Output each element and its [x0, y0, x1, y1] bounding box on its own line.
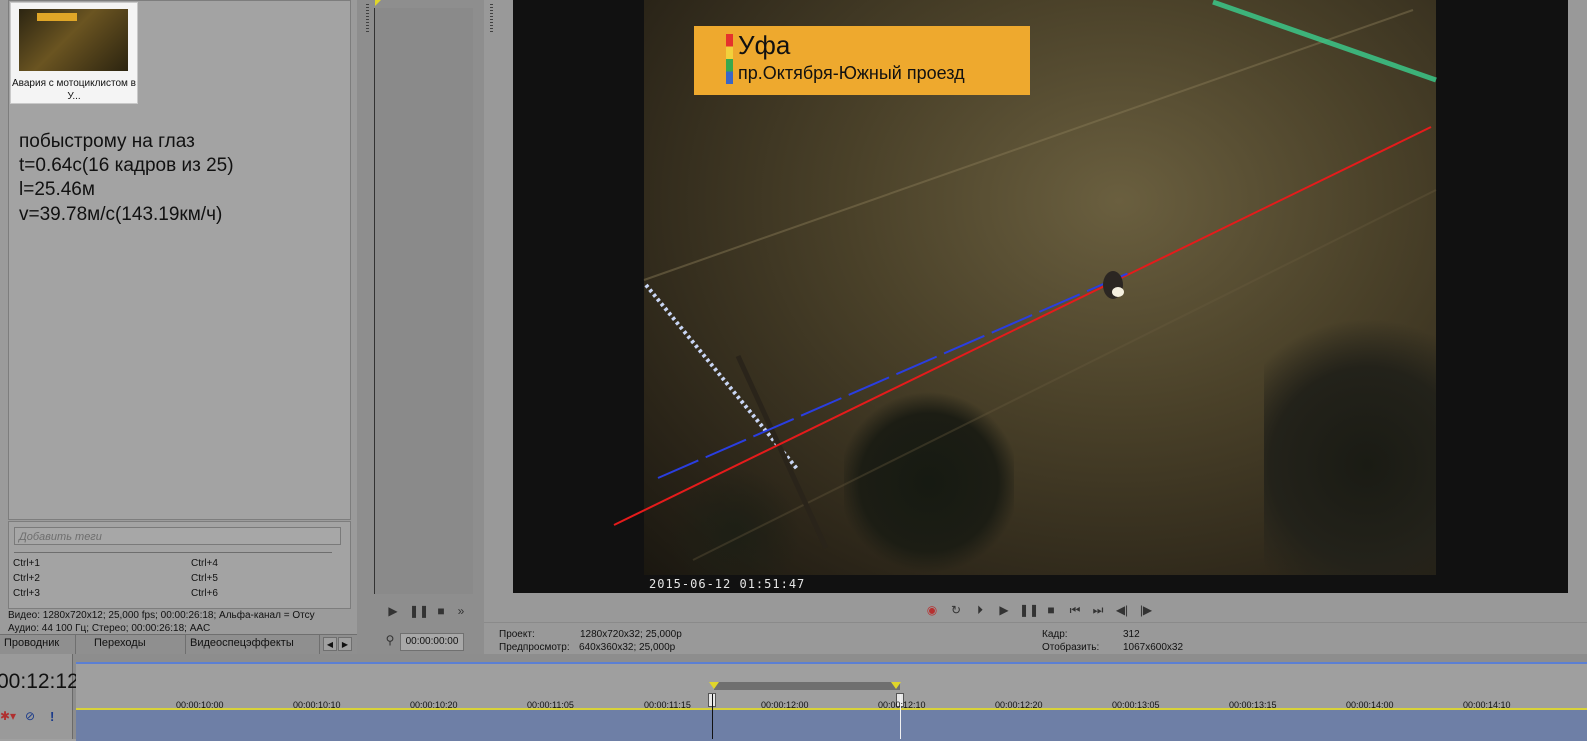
media-thumbnail [19, 9, 128, 71]
shortcut-tag[interactable]: Ctrl+6 [191, 588, 218, 599]
media-item-label: Авария с мотоциклистом в У... [11, 78, 136, 102]
preview-label: Предпросмотр: [499, 642, 570, 653]
media-info-audio: Аудио: 44 100 Гц; Стерео; 00:00:26:18; A… [8, 623, 211, 634]
timeline: 00:12:12 ✱▾ ⊘ ! 00:00:10:00 00:00:10:10 … [0, 654, 1587, 741]
tab-explorer[interactable]: Проводник [0, 635, 76, 654]
display-label: Отобразить: [1042, 642, 1100, 653]
play-icon[interactable]: ▶ [385, 603, 401, 619]
marker-icon [375, 0, 381, 6]
project-value: 1280x720x32; 25,000p [580, 629, 682, 640]
marker-pin-icon: ⚲ [385, 633, 395, 647]
play-icon[interactable]: ▶ [996, 602, 1012, 618]
shortcut-tag[interactable]: Ctrl+4 [191, 558, 218, 569]
motorcycle-light [1112, 287, 1124, 297]
preview-value: 640x360x32; 25,000p [579, 642, 676, 653]
loop-start-marker[interactable] [709, 682, 719, 689]
frame-label: Кадр: [1042, 629, 1068, 640]
tabs-scroll-left-icon[interactable]: ◀ [323, 637, 337, 651]
video-preview[interactable]: Уфа пр.Октября-Южный проезд 2015-06-12 0… [513, 0, 1568, 593]
tabs-scroll-right-icon[interactable]: ▶ [338, 637, 352, 651]
red-measure-line [613, 126, 1432, 526]
panel-grip-icon[interactable] [366, 4, 369, 32]
preview-panel: Уфа пр.Октября-Южный проезд 2015-06-12 0… [484, 0, 1587, 655]
media-item[interactable]: Авария с мотоциклистом в У... [10, 2, 138, 104]
pause-icon[interactable]: ❚❚ [409, 603, 429, 619]
display-value: 1067x600x32 [1123, 642, 1184, 653]
tools-icon[interactable]: ✱▾ [0, 709, 16, 723]
shortcut-tag[interactable]: Ctrl+5 [191, 573, 218, 584]
timeline-header: 00:12:12 ✱▾ ⊘ ! [0, 654, 79, 739]
note-line: l=25.46м [19, 179, 95, 200]
record-icon[interactable]: ◉ [924, 602, 940, 618]
note-line: t=0.64с(16 кадров из 25) [19, 155, 234, 176]
trimmer-view[interactable] [374, 8, 473, 594]
frame-value: 312 [1123, 629, 1140, 640]
stop-icon[interactable]: ■ [1043, 602, 1059, 618]
note-line: побыстрому на глаз [19, 131, 195, 152]
measure-overlay [613, 0, 1437, 561]
tags-panel: Добавить теги Ctrl+1 Ctrl+2 Ctrl+3 Ctrl+… [8, 521, 351, 609]
loop-end-marker[interactable] [891, 682, 901, 689]
more-icon[interactable]: » [453, 603, 469, 619]
playhead[interactable] [712, 694, 713, 739]
trimmer-time[interactable]: 00:00:00:00 [400, 633, 464, 651]
snap-icon[interactable]: ⊘ [25, 709, 35, 723]
street-pole [735, 354, 829, 550]
play-from-start-icon[interactable]: ⏵ [972, 602, 988, 618]
blue-measure-line [657, 271, 1132, 479]
loop-region[interactable] [714, 682, 900, 690]
trimmer-panel: ▶ ❚❚ ■ » ⚲ 00:00:00:00 [357, 0, 484, 654]
marker-flag-icon[interactable]: ! [50, 709, 54, 724]
go-to-start-icon[interactable]: ⏮ [1067, 602, 1083, 618]
prev-frame-icon[interactable]: ◀| [1114, 602, 1130, 618]
media-info-video: Видео: 1280x720x12; 25,000 fps; 00:00:26… [8, 610, 315, 621]
edit-cursor[interactable] [900, 694, 901, 739]
pause-icon[interactable]: ❚❚ [1019, 602, 1039, 618]
road-edge [643, 9, 1414, 281]
media-panel: Авария с мотоциклистом в У... побыстрому… [0, 0, 357, 634]
go-to-end-icon[interactable]: ⏭ [1090, 602, 1106, 618]
panel-tabs: Проводник Переходы Видеоспецэффекты ◀ ▶ [0, 634, 357, 655]
shortcut-tag[interactable]: Ctrl+1 [13, 558, 40, 569]
loop-icon[interactable]: ↻ [948, 602, 964, 618]
preview-status: Проект: 1280x720x32; 25,000p Предпросмот… [484, 622, 1587, 655]
shortcut-tag[interactable]: Ctrl+2 [13, 573, 40, 584]
note-line: v=39.78м/с(143.19км/ч) [19, 204, 223, 225]
timeline-track[interactable] [76, 708, 1587, 741]
timeline-ruler[interactable]: 00:00:10:00 00:00:10:10 00:00:10:20 00:0… [76, 662, 1587, 710]
tab-video-fx[interactable]: Видеоспецэффекты [186, 635, 320, 654]
shortcut-tag[interactable]: Ctrl+3 [13, 588, 40, 599]
project-label: Проект: [499, 629, 535, 640]
tab-transitions[interactable]: Переходы [76, 635, 186, 654]
tags-input[interactable]: Добавить теги [14, 527, 341, 545]
panel-grip-icon[interactable] [490, 4, 493, 32]
stop-icon[interactable]: ■ [433, 603, 449, 619]
timeline-current-time: 00:12:12 [0, 670, 79, 693]
thumbnail-sign [37, 13, 77, 21]
divider [14, 552, 332, 553]
next-frame-icon[interactable]: |▶ [1138, 602, 1154, 618]
